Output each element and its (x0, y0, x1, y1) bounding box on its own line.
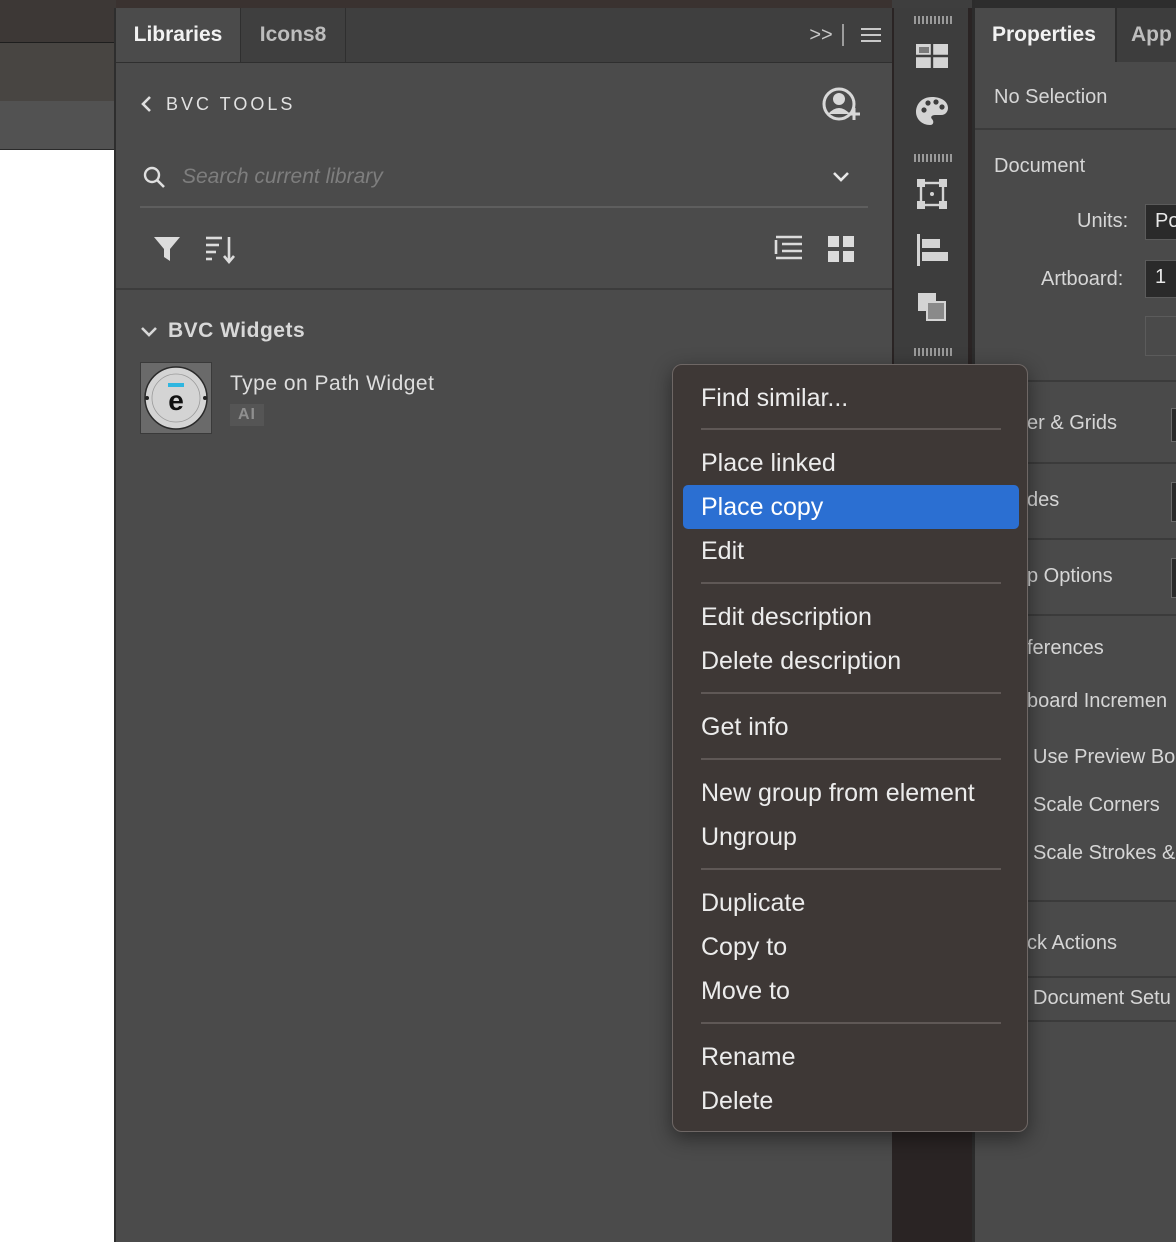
menu-separator (701, 692, 1001, 694)
menu-item-duplicate[interactable]: Duplicate (683, 881, 1019, 925)
search-bar (140, 156, 868, 208)
tab-properties[interactable]: Properties (975, 8, 1115, 62)
type-on-path-widget-icon: e (144, 366, 208, 430)
menu-separator (701, 758, 1001, 760)
libraries-tab-bar: Libraries Icons8 >> (116, 8, 894, 63)
document-tab-bar (0, 101, 116, 150)
menu-separator (701, 582, 1001, 584)
library-name: BVC TOOLS (166, 93, 296, 114)
menu-item-place-linked[interactable]: Place linked (683, 441, 1019, 485)
dock-column (894, 8, 968, 368)
menu-item-delete[interactable]: Delete (683, 1079, 1019, 1123)
search-input[interactable] (180, 160, 804, 194)
item-thumbnail: e (140, 362, 212, 434)
drag-handle[interactable] (914, 16, 954, 24)
units-dropdown[interactable]: Po (1145, 204, 1176, 240)
document-setup-button[interactable]: Document Setu (1033, 987, 1171, 1010)
guides-toggle[interactable] (1171, 482, 1176, 522)
panel-menu-icon[interactable] (856, 20, 886, 50)
guides-row: des (1027, 489, 1060, 511)
group-name: BVC Widgets (168, 319, 306, 342)
menu-item-delete-description[interactable]: Delete description (683, 639, 1019, 683)
menu-separator (701, 868, 1001, 870)
context-menu: Find similar... Place linked Place copy … (672, 364, 1028, 1132)
item-name: Type on Path Widget (230, 372, 435, 395)
search-icon (143, 166, 165, 188)
menu-separator (701, 428, 1001, 430)
tab-icons8[interactable]: Icons8 (241, 8, 346, 62)
preferences-heading: ferences (1027, 637, 1104, 659)
color-palette-icon[interactable] (914, 93, 950, 129)
add-collaborator-icon[interactable] (822, 86, 862, 122)
menu-item-get-info[interactable]: Get info (683, 705, 1019, 749)
menu-item-edit[interactable]: Edit (683, 529, 1019, 573)
list-view-icon[interactable] (772, 232, 806, 266)
selection-status: No Selection (994, 86, 1108, 108)
sort-icon[interactable] (202, 232, 236, 266)
use-preview-bounds-row[interactable]: Use Preview Bo (1033, 746, 1175, 769)
menu-item-rename[interactable]: Rename (683, 1035, 1019, 1079)
tab-divider (842, 24, 844, 46)
menu-item-place-copy[interactable]: Place copy (683, 485, 1019, 529)
keyboard-increment-row: board Incremen (1027, 690, 1168, 712)
units-label: Units: (1077, 210, 1129, 232)
section-divider (975, 128, 1176, 130)
toolbar-divider (116, 288, 894, 290)
control-bar (0, 43, 116, 101)
pathfinder-icon[interactable] (914, 289, 950, 325)
canvas-area[interactable] (0, 150, 114, 1242)
menu-item-copy-to[interactable]: Copy to (683, 925, 1019, 969)
transform-icon[interactable] (914, 176, 950, 212)
chevron-down-icon[interactable] (830, 166, 852, 188)
snap-options-row: p Options (1027, 565, 1113, 587)
scale-corners-row[interactable]: Scale Corners (1033, 794, 1160, 817)
thumbnail-letter: e (168, 385, 184, 416)
document-tab-strip (0, 0, 116, 43)
menu-item-new-group-from-element[interactable]: New group from element (683, 771, 1019, 815)
drag-handle[interactable] (914, 348, 954, 356)
menu-item-find-similar[interactable]: Find similar... (683, 376, 1019, 420)
properties-tab-bar: Properties App (975, 0, 1176, 62)
document-heading: Document (994, 155, 1086, 177)
menu-separator (701, 1022, 1001, 1024)
chevron-left-icon (141, 96, 151, 112)
artboard-field[interactable]: 1 (1145, 260, 1176, 298)
collapse-panels-button[interactable]: >> (806, 21, 836, 49)
grid-view-icon[interactable] (824, 232, 858, 266)
tab-libraries[interactable]: Libraries (116, 8, 241, 62)
item-type-badge: AI (230, 404, 264, 426)
menu-item-ungroup[interactable]: Ungroup (683, 815, 1019, 859)
artboard-label: Artboard: (1041, 268, 1124, 290)
quick-actions-heading: ck Actions (1027, 932, 1118, 954)
swatches-icon[interactable] (914, 38, 950, 74)
scale-strokes-row[interactable]: Scale Strokes & (1033, 842, 1175, 865)
library-breadcrumb[interactable]: BVC TOOLS (138, 92, 295, 116)
menu-item-move-to[interactable]: Move to (683, 969, 1019, 1013)
group-header[interactable]: BVC Widgets (140, 316, 305, 346)
snap-options-toggle[interactable] (1171, 558, 1176, 598)
rulers-grids-row: er & Grids (1027, 412, 1118, 434)
library-item[interactable]: e Type on Path Widget AI (140, 362, 660, 436)
menu-item-edit-description[interactable]: Edit description (683, 595, 1019, 639)
rulers-grids-toggle[interactable] (1171, 408, 1176, 442)
filter-icon[interactable] (150, 232, 184, 266)
dock-header (892, 0, 972, 8)
tab-appearance[interactable]: App (1117, 8, 1176, 62)
chevron-down-icon (141, 327, 157, 337)
align-left-icon[interactable] (914, 232, 950, 268)
edit-artboards-button[interactable] (1145, 316, 1176, 356)
drag-handle[interactable] (914, 154, 954, 162)
